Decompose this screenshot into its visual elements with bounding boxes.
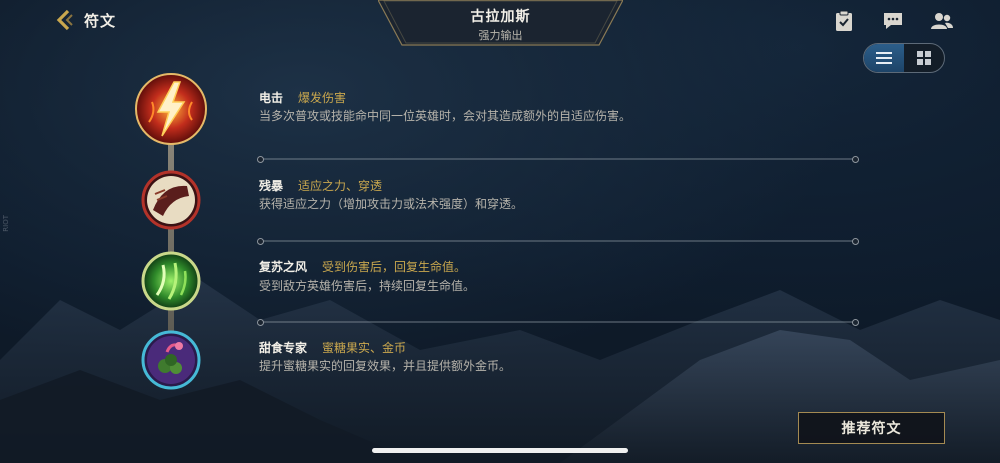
home-indicator[interactable] <box>372 448 628 453</box>
divider <box>257 156 859 163</box>
rune-tag: 适应之力、穿透 <box>298 179 383 193</box>
rune-description: 提升蜜糖果实的回复效果，并且提供额外金币。 <box>259 359 512 373</box>
divider <box>257 238 859 245</box>
brutal-icon[interactable] <box>141 170 201 230</box>
friends-icon <box>931 13 953 29</box>
grid-view-button[interactable] <box>904 44 944 72</box>
rune-name: 电击 <box>259 91 284 105</box>
rune-tag: 受到伤害后，回复生命值。 <box>322 260 467 274</box>
chat-bubble-icon <box>884 13 902 29</box>
rune-tag: 蜜糖果实、金币 <box>322 341 407 355</box>
hero-name: 古拉加斯 <box>470 9 531 25</box>
rune-tag: 爆发伤害 <box>298 91 347 105</box>
background-mountains <box>0 280 1000 463</box>
back-button[interactable]: 符文 <box>52 6 116 34</box>
hero-role: 强力输出 <box>478 29 523 42</box>
clipboard-check-icon <box>836 10 852 31</box>
sweet-tooth-icon[interactable] <box>141 330 201 390</box>
divider <box>257 319 859 326</box>
page-title: 符文 <box>84 11 117 30</box>
recommend-runes-button[interactable]: 推荐符文 <box>798 412 945 444</box>
grid-view-icon <box>917 51 931 65</box>
hero-title-plate: 古拉加斯 强力输出 <box>378 0 623 46</box>
list-view-icon <box>876 52 892 64</box>
friends-button[interactable] <box>929 8 955 34</box>
rune-name: 复苏之风 <box>259 260 308 274</box>
side-watermark: RIOT <box>2 215 10 232</box>
rune-description: 受到敌方英雄伤害后，持续回复生命值。 <box>259 279 476 293</box>
electrocute-icon[interactable] <box>134 72 208 146</box>
rune-description: 获得适应之力（增加攻击力或法术强度）和穿透。 <box>259 197 524 211</box>
view-toggle <box>863 43 945 73</box>
rune-description: 当多次普攻或技能命中同一位英雄时，会对其造成额外的自适应伤害。 <box>259 109 632 123</box>
list-view-button[interactable] <box>864 44 904 72</box>
rune-name: 残暴 <box>259 179 284 193</box>
chat-button[interactable] <box>880 8 906 34</box>
rune-name: 甜食专家 <box>259 341 308 355</box>
tasks-button[interactable] <box>831 8 857 34</box>
chevron-left-icon <box>56 9 73 31</box>
revitalize-wind-icon[interactable] <box>141 251 201 311</box>
